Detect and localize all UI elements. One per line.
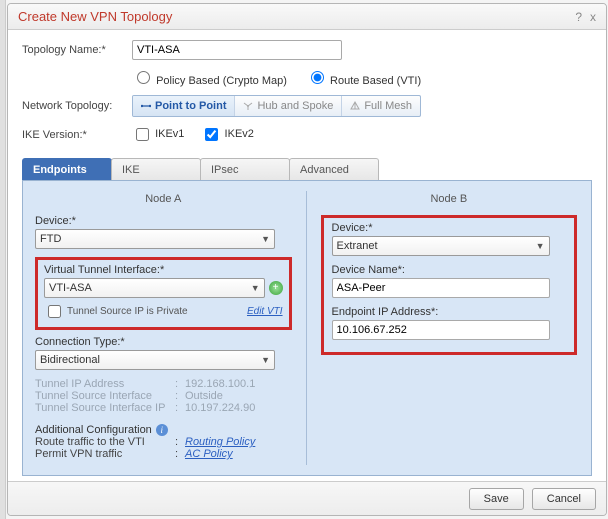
add-vti-icon[interactable]: + [269,281,283,295]
topo-hub-button[interactable]: Hub and Spoke [235,96,342,116]
additional-config-title: Additional Configuration i [35,424,292,436]
node-a-device-select[interactable]: FTD ▼ [35,229,275,249]
node-a-column: Node A Device:* FTD ▼ Virtual Tunnel Int… [35,191,302,465]
edit-vti-link[interactable]: Edit VTI [247,306,283,317]
chevron-down-icon: ▼ [261,355,270,365]
ike-version-label: IKE Version:* [22,129,132,141]
route-based-radio[interactable]: Route Based (VTI) [306,75,421,87]
topo-p2p-button[interactable]: Point to Point [133,96,235,116]
node-b-device-select[interactable]: Extranet ▼ [332,236,550,256]
node-a-title: Node A [35,193,292,205]
node-b-endpoint-ip-input[interactable] [332,320,550,340]
additional-config-grid: Route traffic to the VTI:Routing Policy … [35,436,292,460]
chevron-down-icon: ▼ [261,234,270,244]
routing-policy-link[interactable]: Routing Policy [185,436,255,448]
network-topology-toggle: Point to Point Hub and Spoke Full Mesh [132,95,421,117]
topology-name-input[interactable] [132,40,342,60]
node-a-vti-label: Virtual Tunnel Interface:* [44,264,283,276]
create-vpn-topology-modal: Create New VPN Topology ? x Topology Nam… [7,3,607,516]
ikev2-checkbox[interactable]: IKEv2 [201,128,253,140]
form-area: Topology Name:* Policy Based (Crypto Map… [8,30,606,154]
conn-type-select[interactable]: Bidirectional ▼ [35,350,275,370]
node-b-device-name-input[interactable] [332,278,550,298]
node-a-device-label: Device:* [35,215,292,227]
hub-icon [243,101,253,111]
tab-ike[interactable]: IKE [111,158,201,180]
info-icon[interactable]: i [156,424,168,436]
fullmesh-icon [350,101,360,111]
cancel-button[interactable]: Cancel [532,488,596,510]
network-topology-label: Network Topology: [22,100,132,112]
chevron-down-icon: ▼ [536,241,545,251]
save-button[interactable]: Save [469,488,524,510]
node-b-device-name-label: Device Name*: [332,264,567,276]
tab-endpoints[interactable]: Endpoints [22,158,112,180]
node-a-vti-select[interactable]: VTI-ASA ▼ [44,278,265,298]
node-b-device-label: Device:* [332,222,567,234]
modal-footer: Save Cancel [8,481,606,515]
conn-type-label: Connection Type:* [35,336,292,348]
topo-full-button[interactable]: Full Mesh [342,96,420,116]
chevron-down-icon: ▼ [251,283,260,293]
p2p-icon [141,101,151,111]
endpoints-panel: Node A Device:* FTD ▼ Virtual Tunnel Int… [22,180,592,476]
ac-policy-link[interactable]: AC Policy [185,448,233,460]
modal-titlebar: Create New VPN Topology ? x [8,4,606,30]
help-icon[interactable]: ? [575,4,582,30]
tunnel-src-private-label: Tunnel Source IP is Private [67,306,188,317]
node-b-endpoint-ip-label: Endpoint IP Address*: [332,306,567,318]
tab-advanced[interactable]: Advanced [289,158,379,180]
node-b-title: Node B [321,193,578,205]
column-divider [306,191,307,465]
modal-title: Create New VPN Topology [18,4,172,30]
ikev1-checkbox[interactable]: IKEv1 [132,128,184,140]
node-b-highlight: Device:* Extranet ▼ Device Name*: Endpoi… [321,215,578,355]
node-a-vti-highlight: Virtual Tunnel Interface:* VTI-ASA ▼ + [35,257,292,330]
tunnel-src-private-checkbox[interactable] [48,305,61,318]
node-b-column: Node B Device:* Extranet ▼ Device Name*: [311,191,578,465]
tab-ipsec[interactable]: IPsec [200,158,290,180]
tabs: Endpoints IKE IPsec Advanced [22,158,592,180]
policy-based-radio[interactable]: Policy Based (Crypto Map) [132,75,287,87]
close-icon[interactable]: x [590,4,596,30]
node-a-tunnel-info: Tunnel IP Address:192.168.100.1 Tunnel S… [35,378,292,414]
topology-name-label: Topology Name:* [22,44,132,56]
